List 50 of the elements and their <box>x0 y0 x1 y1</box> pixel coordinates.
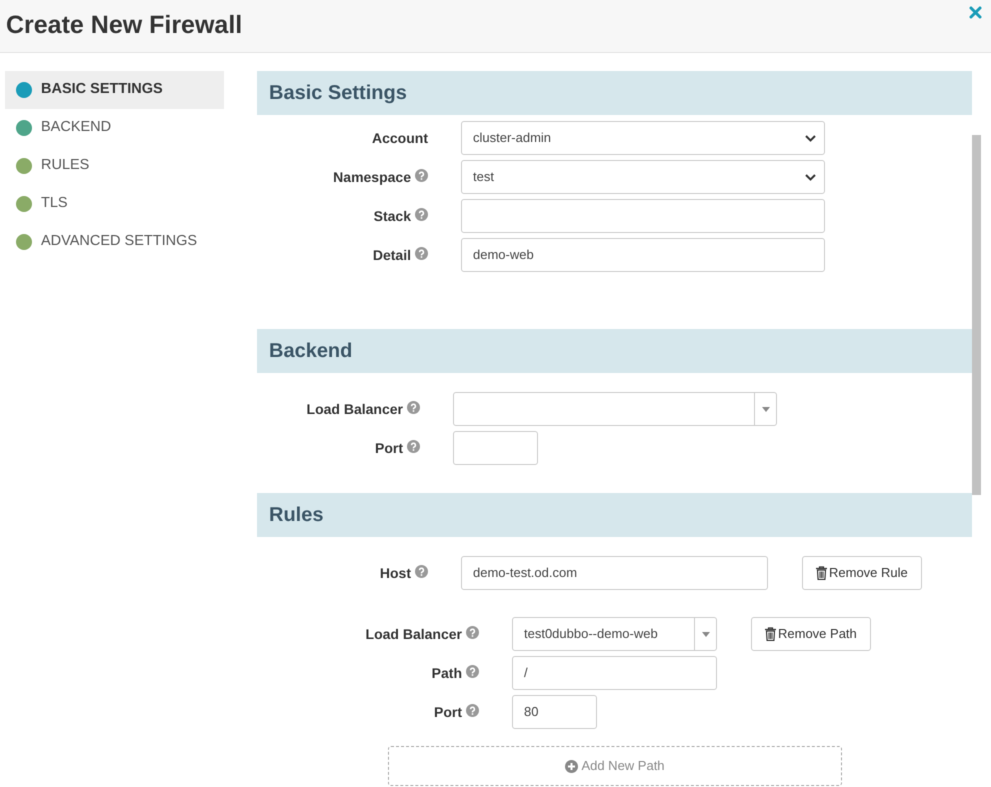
caret-icon <box>702 632 710 636</box>
field-label: Host <box>380 564 411 582</box>
section-header: Backend <box>257 329 972 373</box>
chevron-icon <box>805 134 816 142</box>
input-field[interactable]: / <box>512 656 717 690</box>
field-label: Namespace <box>333 168 411 187</box>
plus-icon <box>565 760 578 772</box>
help-icon[interactable] <box>407 400 420 414</box>
field-label: Port <box>375 438 403 458</box>
trash-icon <box>816 566 827 580</box>
field-label: Detail <box>372 246 411 264</box>
input-field[interactable] <box>461 199 825 233</box>
scrollbar-thumb[interactable] <box>972 135 981 495</box>
field-label: Account <box>372 128 428 148</box>
add-path-button[interactable]: Add New Path <box>388 746 842 786</box>
sidebar-item[interactable]: RULES <box>5 147 224 185</box>
sidebar-item[interactable]: TLS <box>5 185 224 223</box>
remove-button[interactable]: Remove Path <box>751 617 871 651</box>
select-field[interactable]: cluster-admin <box>461 121 825 155</box>
combo-field[interactable] <box>453 392 777 426</box>
combo-field[interactable]: test0dubbo--demo-web <box>512 617 717 651</box>
help-icon[interactable] <box>466 664 479 678</box>
field-label: Load Balancer <box>366 624 462 644</box>
trash-icon <box>765 627 776 641</box>
help-icon[interactable] <box>415 168 428 182</box>
sidebar-item[interactable]: ADVANCED SETTINGS <box>5 223 224 261</box>
sidebar-item[interactable]: BACKEND <box>5 109 224 147</box>
input-field[interactable]: demo-test.od.com <box>461 556 768 590</box>
help-icon[interactable] <box>466 626 479 638</box>
help-icon[interactable] <box>415 564 428 578</box>
section-header: Basic Settings <box>257 71 972 115</box>
section-header: Rules <box>257 493 972 537</box>
caret-icon <box>762 406 770 412</box>
window-title: Create New Firewall <box>6 10 242 42</box>
help-icon[interactable] <box>466 704 479 716</box>
remove-button[interactable]: Remove Rule <box>802 556 922 590</box>
input-field[interactable] <box>453 431 538 465</box>
field-label: Port <box>434 702 462 722</box>
input-field[interactable]: demo-web <box>461 238 825 272</box>
select-field[interactable]: test <box>461 160 825 194</box>
help-icon[interactable] <box>415 246 428 260</box>
close-icon[interactable] <box>969 6 982 19</box>
sidebar-item[interactable]: BASIC SETTINGS <box>5 71 224 109</box>
field-label: Stack <box>374 206 411 226</box>
chevron-icon <box>805 174 816 180</box>
field-label: Load Balancer <box>306 400 403 418</box>
help-icon[interactable] <box>407 440 420 452</box>
help-icon[interactable] <box>415 208 428 220</box>
field-label: Path <box>432 664 462 682</box>
input-field[interactable]: 80 <box>512 695 597 729</box>
